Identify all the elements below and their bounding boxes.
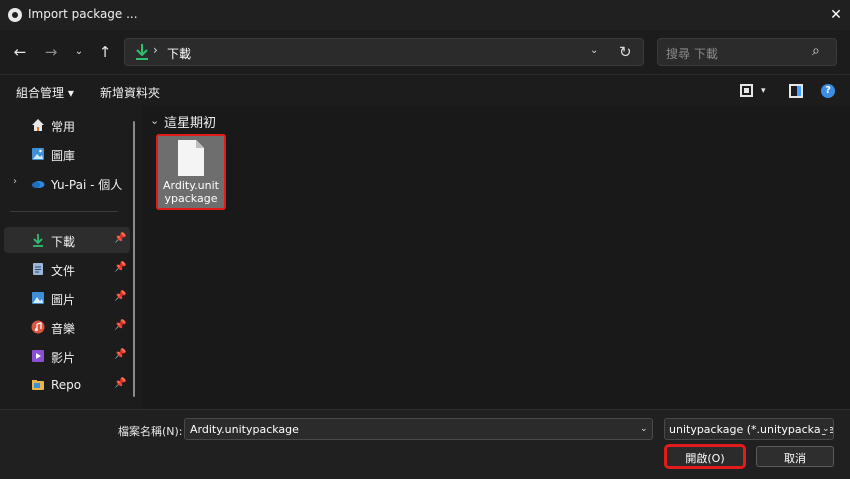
address-bar[interactable]: › 下載 ⌄ ↻: [124, 38, 644, 66]
dialog-footer: 檔案名稱(N): Ardity.unitypackage ⌄ unitypack…: [0, 409, 850, 479]
help-icon[interactable]: ?: [821, 84, 835, 98]
close-button[interactable]: ✕: [826, 5, 846, 25]
search-input[interactable]: 搜尋 下載: [666, 45, 718, 62]
navigation-bar: ← → ⌄ ↑ › 下載 ⌄ ↻ 搜尋 下載 ⌕: [0, 30, 850, 74]
chevron-down-icon: ⌄: [74, 46, 84, 57]
download-icon: [136, 44, 148, 60]
filetype-select[interactable]: unitypackage (*.unitypackage ⌄: [664, 418, 834, 440]
video-icon: [32, 350, 44, 362]
sidebar-item-label: 下載: [51, 235, 76, 249]
organize-button[interactable]: 組合管理 ▾: [16, 84, 74, 101]
folder-icon: [32, 380, 44, 390]
open-button-label: 開啟(O): [685, 452, 725, 465]
sidebar-item-pictures[interactable]: 圖片 📌: [4, 285, 130, 311]
sidebar-item-music[interactable]: 音樂 📌: [4, 314, 130, 340]
sidebar-item-repo[interactable]: Repo 📌: [4, 372, 130, 398]
gallery-icon: [32, 148, 44, 160]
cancel-button[interactable]: 取消: [756, 446, 834, 467]
file-item[interactable]: Ardity.unitypackage: [156, 134, 226, 210]
arrow-left-icon: ←: [13, 43, 27, 61]
file-list: ⌄ 這星期初 Ardity.unitypackage: [142, 106, 850, 409]
pin-icon: 📌: [114, 378, 127, 389]
filename-label: 檔案名稱(N):: [118, 425, 183, 438]
file-name: Ardity.unitypackage: [163, 179, 219, 205]
filename-field[interactable]: Ardity.unitypackage ⌄: [184, 418, 653, 440]
sidebar-item-home[interactable]: 常用: [4, 112, 130, 138]
music-icon: [31, 320, 45, 334]
view-layout-icon[interactable]: [740, 84, 753, 97]
unity-logo-icon: [8, 8, 22, 22]
new-folder-button[interactable]: 新增資料夾: [100, 84, 160, 101]
pin-icon: 📌: [114, 320, 127, 331]
search-box[interactable]: 搜尋 下載 ⌕: [657, 38, 837, 66]
pin-icon: 📌: [114, 233, 127, 244]
sidebar-item-videos[interactable]: 影片 📌: [4, 343, 130, 369]
sidebar-scrollbar[interactable]: [133, 121, 135, 397]
sidebar-item-label: Yu-Pai - 個人: [51, 178, 123, 192]
recent-locations-button[interactable]: ⌄: [69, 42, 89, 62]
sidebar-item-label: 圖庫: [51, 149, 76, 163]
pictures-icon: [32, 292, 44, 304]
chevron-down-icon[interactable]: ⌄: [640, 424, 648, 434]
preview-pane-icon[interactable]: [789, 84, 803, 98]
filetype-value: unitypackage (*.unitypackage: [669, 423, 834, 436]
sidebar-item-downloads[interactable]: 下載 📌: [4, 227, 130, 253]
window-title: Import package ...: [28, 7, 138, 21]
cancel-button-label: 取消: [784, 452, 806, 465]
group-header[interactable]: 這星期初: [164, 112, 216, 131]
sidebar-item-label: 影片: [51, 351, 76, 365]
sidebar-item-label: 常用: [51, 120, 76, 134]
pin-icon: 📌: [114, 349, 127, 360]
file-icon-fold: [196, 140, 204, 148]
sidebar-item-label: 文件: [51, 264, 76, 278]
forward-button[interactable]: →: [41, 42, 61, 62]
sidebar-item-gallery[interactable]: 圖庫: [4, 141, 130, 167]
group-collapse-icon[interactable]: ⌄: [150, 114, 159, 127]
navigation-pane: 常用 圖庫 › Yu-Pai - 個人 下載 📌 文件 📌 圖片 📌 音樂 📌 …: [0, 106, 142, 409]
title-bar: Import package ... ✕: [0, 0, 850, 30]
expand-chevron-icon[interactable]: ›: [13, 176, 17, 187]
document-icon: [33, 263, 43, 275]
breadcrumb-downloads[interactable]: 下載: [167, 45, 191, 62]
home-icon: [32, 119, 44, 131]
back-button[interactable]: ←: [10, 42, 30, 62]
command-toolbar: 組合管理 ▾ 新增資料夾 ▾ ?: [0, 74, 850, 106]
download-icon: [33, 234, 43, 247]
breadcrumb-separator: ›: [153, 43, 158, 57]
filename-value[interactable]: Ardity.unitypackage: [190, 423, 299, 436]
arrow-up-icon: ↑: [98, 43, 112, 61]
view-options-dropdown[interactable]: ▾: [761, 86, 766, 96]
sidebar-item-label: 圖片: [51, 293, 76, 307]
sidebar-item-label: 音樂: [51, 322, 76, 336]
sidebar-item-documents[interactable]: 文件 📌: [4, 256, 130, 282]
close-icon: ✕: [830, 7, 842, 23]
sidebar-item-onedrive[interactable]: › Yu-Pai - 個人: [4, 170, 130, 196]
arrow-right-icon: →: [44, 43, 58, 61]
search-icon[interactable]: ⌕: [812, 43, 820, 59]
pin-icon: 📌: [114, 291, 127, 302]
chevron-down-icon[interactable]: ⌄: [820, 424, 830, 434]
onedrive-icon: [32, 181, 45, 188]
open-button[interactable]: 開啟(O): [664, 444, 746, 469]
up-button[interactable]: ↑: [95, 42, 115, 62]
pin-icon: 📌: [114, 262, 127, 273]
address-dropdown-button[interactable]: ⌄: [590, 45, 598, 56]
sidebar-item-label: Repo: [51, 378, 82, 392]
sidebar-divider: [10, 211, 118, 212]
refresh-button[interactable]: ↻: [619, 43, 632, 61]
